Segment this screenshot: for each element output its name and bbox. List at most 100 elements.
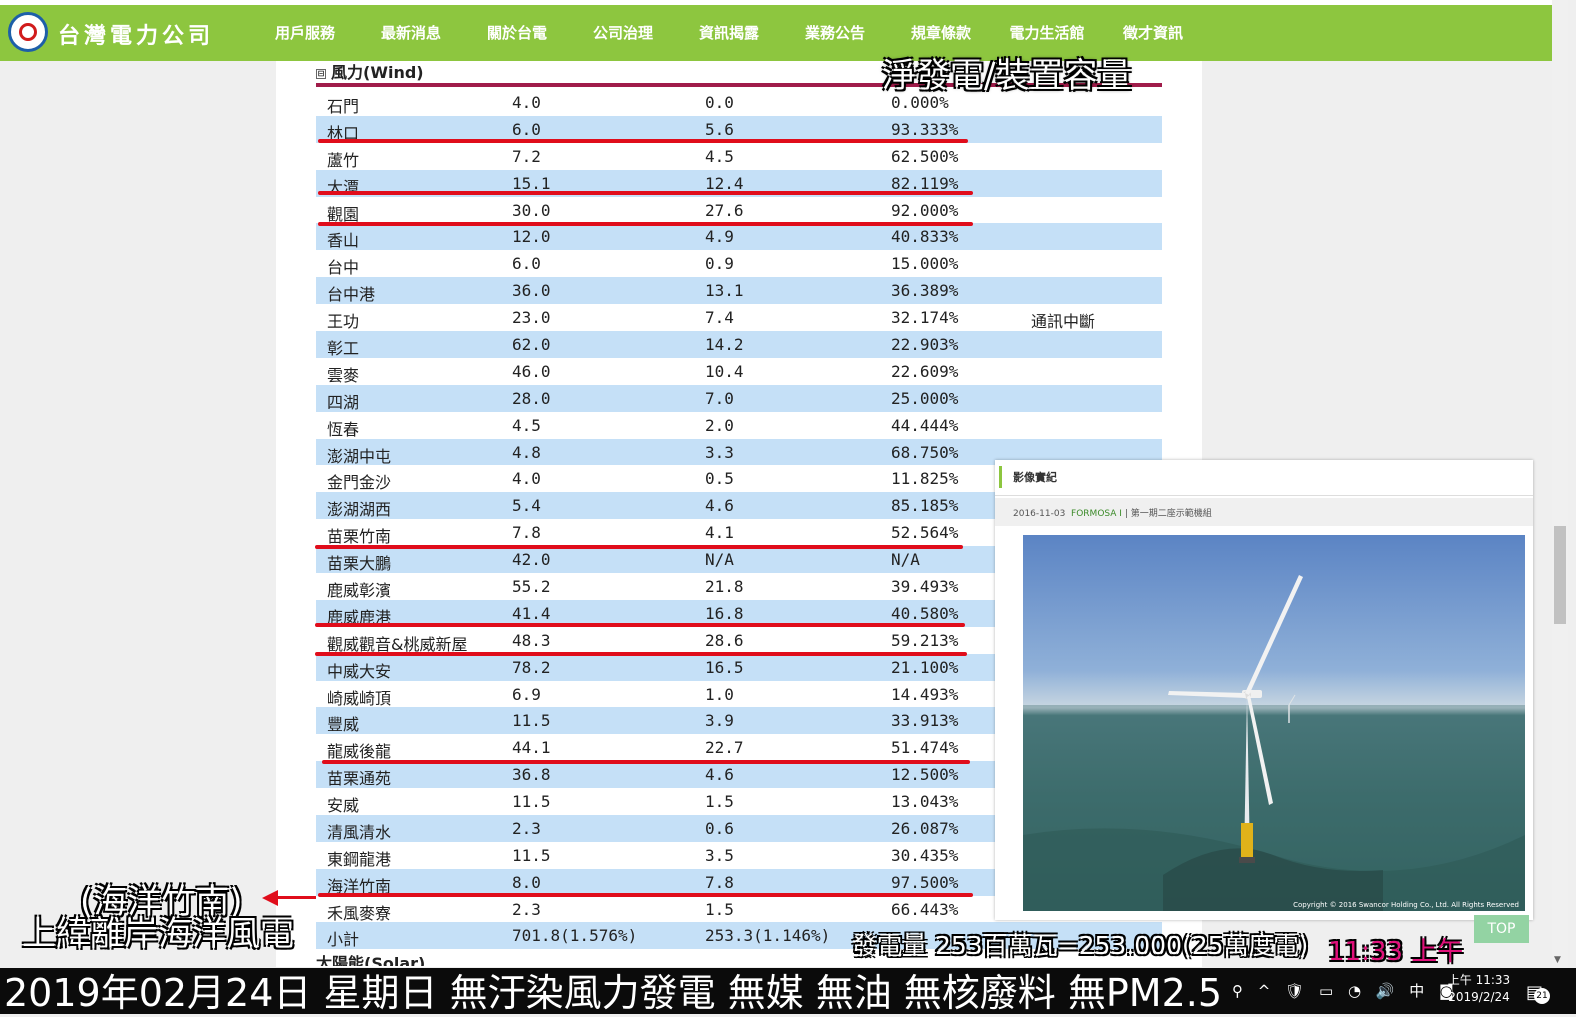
station-name: 彰工: [327, 339, 360, 359]
station-name: 澎湖湖西: [327, 500, 392, 520]
ratio-value: 40.833%: [891, 227, 959, 247]
nav-item-announcements[interactable]: 業務公告: [782, 22, 888, 46]
volume-icon[interactable]: 🔊: [1376, 982, 1395, 1000]
net-generation-value: 3.3: [705, 442, 734, 462]
overlay-left-line2: 上緯離岸海洋風電: [22, 914, 294, 954]
capacity-value: 12.0: [512, 227, 551, 247]
photo-caption-bar[interactable]: 2016-11-03 FORMOSA I | 第一期二座示範機組: [995, 498, 1533, 526]
brand-name[interactable]: 台灣電力公司: [58, 18, 214, 50]
photo-panel-title: 影像實紀: [1013, 471, 1057, 484]
station-name: 金門金沙: [327, 473, 392, 493]
net-generation-value: 7.4: [705, 308, 734, 328]
photo-caption-text: 第一期二座示範機組: [1130, 509, 1212, 519]
ratio-value: 59.213%: [891, 630, 959, 650]
capacity-value: 4.8: [512, 442, 541, 462]
photo-caption[interactable]: 2016-11-03 FORMOSA I | 第一期二座示範機組: [1013, 506, 1212, 519]
ratio-value: 68.750%: [891, 442, 959, 462]
top-strip: [0, 0, 1552, 5]
photo-panel-header: 影像實紀: [995, 460, 1533, 496]
scrollbar-thumb[interactable]: [1554, 526, 1566, 624]
vertical-scrollbar[interactable]: [1552, 0, 1568, 968]
station-name: 安威: [327, 796, 360, 816]
ratio-value: 12.500%: [891, 765, 959, 785]
capacity-value: 42.0: [512, 550, 551, 570]
nav-item-disclosure[interactable]: 資訊揭露: [676, 22, 782, 46]
net-generation-value: 7.0: [705, 388, 734, 408]
table-row: 四湖 28.0 7.0 25.000%: [316, 384, 1162, 412]
overlay-arrow-icon: [262, 890, 278, 906]
net-generation-value: 13.1: [705, 281, 744, 301]
people-icon[interactable]: ⚲: [1232, 982, 1243, 1000]
taskbar-clock[interactable]: 上午 11:33 2019/2/24: [1444, 972, 1514, 1006]
clock-time: 上午 11:33: [1447, 973, 1511, 987]
ratio-value: 52.564%: [891, 523, 959, 543]
ratio-value: 30.435%: [891, 845, 959, 865]
back-to-top-button[interactable]: TOP: [1474, 915, 1529, 943]
ratio-value: 97.500%: [891, 872, 959, 892]
ime-indicator[interactable]: 中: [1409, 982, 1424, 1000]
ratio-value: 32.174%: [891, 308, 959, 328]
net-generation-value: 1.5: [705, 792, 734, 812]
section-title-wind[interactable]: ⊟ 風力(Wind): [316, 59, 424, 83]
capacity-value: 4.5: [512, 415, 541, 435]
nav-item-news[interactable]: 最新消息: [358, 22, 464, 46]
station-name: 龍威後龍: [327, 742, 392, 762]
capacity-value: 6.0: [512, 119, 541, 139]
capacity-value: 8.0: [512, 872, 541, 892]
wind-turbine-photo[interactable]: Copyright © 2016 Swancor Holding Co., Lt…: [1023, 535, 1525, 911]
photo-copyright: Copyright © 2016 Swancor Holding Co., Lt…: [1293, 901, 1519, 909]
nav-item-power-life[interactable]: 電力生活館: [994, 22, 1100, 46]
ratio-value: 14.493%: [891, 684, 959, 704]
capacity-value: 28.0: [512, 388, 551, 408]
table-row: 香山 12.0 4.9 40.833%: [316, 223, 1162, 250]
station-name: 豐威: [327, 715, 360, 735]
photo-caption-tag: FORMOSA I: [1071, 509, 1122, 519]
wifi-icon[interactable]: ◔: [1348, 982, 1361, 1000]
ratio-value: 40.580%: [891, 603, 959, 623]
station-name: 台中: [327, 258, 360, 278]
net-generation-value: 2.0: [705, 415, 734, 435]
system-tray: ⚲ ^ 🛡 ▭ ◔ 🔊 中 ◙: [1232, 980, 1464, 1001]
capacity-value: 41.4: [512, 603, 551, 623]
station-name: 清風清水: [327, 823, 392, 843]
net-generation-value: 4.6: [705, 496, 734, 516]
nav-item-governance[interactable]: 公司治理: [570, 22, 676, 46]
capacity-value: 2.3: [512, 819, 541, 839]
ratio-value: 25.000%: [891, 388, 959, 408]
underline-haiyang: [318, 893, 973, 897]
net-generation-value: 16.5: [705, 657, 744, 677]
station-name: 澎湖中屯: [327, 446, 392, 466]
net-generation-value: 0.6: [705, 819, 734, 839]
net-generation-value: 27.6: [705, 200, 744, 220]
ratio-value: N/A: [891, 550, 920, 570]
station-name: 四湖: [327, 392, 360, 412]
nav-item-regulations[interactable]: 規章條款: [888, 22, 994, 46]
taipower-logo-icon[interactable]: [8, 12, 48, 52]
capacity-value: 23.0: [512, 308, 551, 328]
nav-item-careers[interactable]: 徵才資訊: [1100, 22, 1206, 46]
underline-houlong: [322, 760, 970, 764]
net-generation-value: 22.7: [705, 738, 744, 758]
capacity-value: 15.1: [512, 173, 551, 193]
overlay-title: 淨發電/裝置容量: [882, 56, 1132, 96]
capacity-value: 78.2: [512, 657, 551, 677]
capacity-value: 48.3: [512, 630, 551, 650]
scroll-down-icon[interactable]: ▼: [1554, 955, 1561, 965]
shield-icon[interactable]: 🛡: [1285, 982, 1304, 1000]
station-name: 蘆竹: [327, 150, 360, 170]
collapse-icon[interactable]: ⊟: [316, 69, 326, 79]
station-name: 崎威崎頂: [327, 688, 392, 708]
battery-icon[interactable]: ▭: [1319, 982, 1333, 1000]
nav-item-user-service[interactable]: 用戶服務: [252, 22, 358, 46]
chevron-up-icon[interactable]: ^: [1258, 982, 1271, 1000]
net-generation-value: 4.1: [705, 523, 734, 543]
net-generation-value: 7.8: [705, 872, 734, 892]
table-row: 彰工 62.0 14.2 22.903%: [316, 331, 1162, 358]
station-name: 苗栗通苑: [327, 769, 392, 789]
section-title-text: 風力(Wind): [331, 63, 424, 82]
net-generation-value: 3.5: [705, 845, 734, 865]
table-row: 台中 6.0 0.9 15.000%: [316, 250, 1162, 277]
capacity-value: 7.8: [512, 523, 541, 543]
nav-item-about[interactable]: 關於台電: [464, 22, 570, 46]
net-generation-value: 1.5: [705, 899, 734, 919]
